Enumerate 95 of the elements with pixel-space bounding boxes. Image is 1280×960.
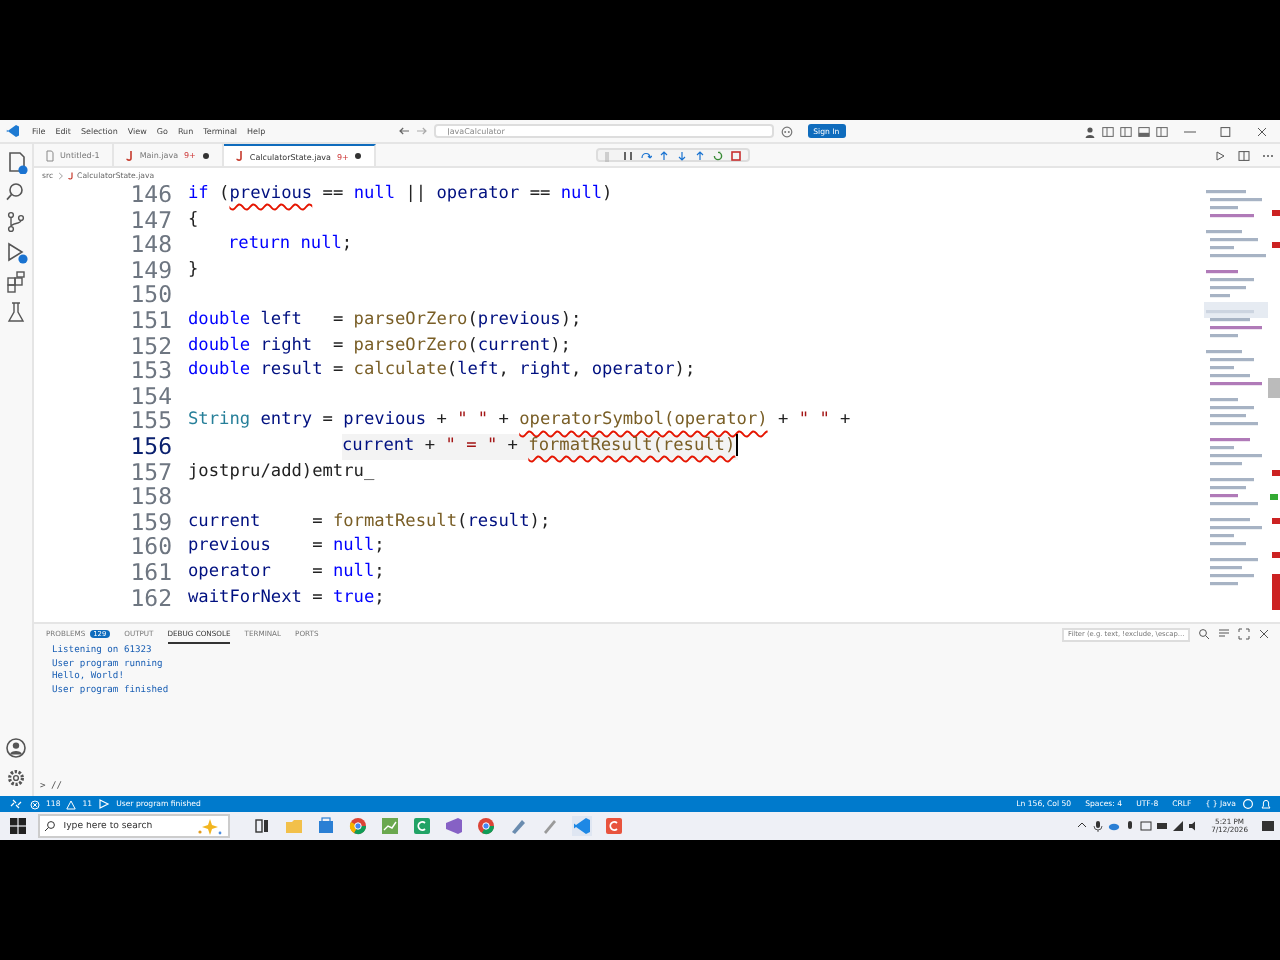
- close-icon[interactable]: [1258, 628, 1270, 640]
- maximize-panel-icon[interactable]: [1238, 628, 1250, 640]
- line-number: 162: [128, 585, 172, 611]
- code-line: jostpru/add)emtru_: [188, 459, 375, 485]
- search-icon[interactable]: [4, 180, 28, 204]
- run-icon[interactable]: [1214, 149, 1226, 161]
- task-view-icon[interactable]: [252, 816, 272, 836]
- windows-start-icon[interactable]: [8, 816, 28, 836]
- line-number: 149: [128, 257, 172, 283]
- code-line: waitForNext = true;: [188, 585, 385, 611]
- step-into-icon[interactable]: [658, 149, 671, 161]
- chart-app-icon[interactable]: [380, 816, 400, 836]
- account-icon[interactable]: [4, 736, 28, 760]
- tool-icon[interactable]: [508, 816, 528, 836]
- search-icon: [44, 820, 56, 832]
- cloud-icon[interactable]: [1107, 820, 1120, 832]
- step-over-icon[interactable]: [640, 149, 653, 161]
- line-number: 150: [128, 282, 172, 308]
- code-line: operator = null;: [188, 559, 385, 585]
- notification-center-icon[interactable]: [1260, 818, 1276, 834]
- code-line: previous = null;: [188, 534, 385, 560]
- line-number: 158: [128, 484, 172, 510]
- browser-icon[interactable]: [476, 816, 496, 836]
- notifications-icon[interactable]: [1260, 798, 1272, 810]
- display-icon[interactable]: [1139, 820, 1152, 832]
- vscode-icon[interactable]: [572, 816, 592, 836]
- code-line: double left = parseOrZero(previous);: [188, 307, 582, 334]
- line-number: 161: [128, 559, 172, 585]
- stop-icon[interactable]: [730, 149, 743, 161]
- microphone-icon[interactable]: [1091, 820, 1104, 832]
- error-icon: [30, 799, 40, 809]
- code-line: current + " = " + formatResult(result): [342, 433, 738, 460]
- app-icon[interactable]: [604, 816, 624, 836]
- code-line: String entry = previous + " " + operatorSymbol(operator) + " " +: [188, 408, 851, 434]
- line-number: 148: [128, 232, 172, 258]
- warning-icon: [66, 799, 77, 809]
- code-line: double right = parseOrZero(current);: [188, 333, 571, 359]
- modified-dot-icon: [354, 152, 363, 160]
- line-number: 147: [128, 207, 172, 233]
- modified-dot-icon: [201, 151, 210, 159]
- line-number: 156: [128, 433, 172, 460]
- browser-icon[interactable]: [348, 816, 368, 836]
- code-line: if (previous == null || operator == null): [188, 182, 613, 208]
- run-debug-icon[interactable]: [4, 240, 28, 264]
- line-number: 157: [128, 459, 172, 485]
- search-icon[interactable]: [1198, 628, 1210, 640]
- testing-icon[interactable]: [4, 300, 28, 324]
- java-file-icon: [125, 149, 134, 161]
- line-number: 159: [128, 509, 172, 535]
- java-file-icon: [67, 171, 74, 179]
- layout-bottom-icon[interactable]: [1138, 125, 1150, 137]
- store-icon[interactable]: [316, 816, 336, 836]
- remote-icon[interactable]: [8, 796, 24, 812]
- chevron-right-icon: [57, 171, 64, 179]
- wifi-icon[interactable]: [1171, 820, 1184, 832]
- file-icon: [46, 149, 54, 161]
- split-editor-icon[interactable]: [1238, 149, 1250, 161]
- extensions-icon[interactable]: [4, 270, 28, 294]
- clear-console-icon[interactable]: [1218, 628, 1230, 640]
- code-line: current = formatResult(result);: [188, 509, 551, 535]
- step-down-icon[interactable]: [676, 149, 689, 161]
- code-line: return null;: [228, 232, 353, 258]
- debug-icon[interactable]: [98, 798, 111, 810]
- pen-icon[interactable]: [540, 816, 560, 836]
- java-file-icon: [235, 150, 244, 162]
- code-line: {: [188, 207, 199, 233]
- line-number: 146: [128, 182, 172, 208]
- visual-studio-icon[interactable]: [444, 816, 464, 836]
- pause-icon[interactable]: [622, 149, 635, 161]
- code-line: }: [188, 257, 199, 283]
- line-number: 160: [128, 534, 172, 560]
- restart-icon[interactable]: [712, 149, 725, 161]
- line-number: 151: [128, 307, 172, 334]
- copilot-icon[interactable]: [779, 125, 794, 137]
- step-out-icon[interactable]: [694, 149, 707, 161]
- line-number: 152: [128, 333, 172, 359]
- back-arrow-icon[interactable]: [397, 126, 410, 136]
- layout-panel-icon[interactable]: [1120, 125, 1132, 137]
- text-cursor: [735, 434, 738, 457]
- line-number: 155: [128, 408, 172, 434]
- layout-sidebar-icon[interactable]: [1102, 125, 1114, 137]
- vscode-logo-icon: [6, 124, 20, 138]
- source-control-icon[interactable]: [4, 210, 28, 234]
- sparkle-icon: [196, 817, 224, 835]
- settings-icon[interactable]: [4, 766, 28, 790]
- accounts-icon[interactable]: [1084, 125, 1096, 137]
- keyboard-icon[interactable]: [1155, 820, 1168, 832]
- line-number: 154: [128, 383, 172, 409]
- speaker-icon[interactable]: [1187, 820, 1200, 832]
- layout-secondary-icon[interactable]: [1156, 125, 1168, 137]
- chevron-up-icon[interactable]: [1075, 820, 1088, 832]
- app-icon[interactable]: [412, 816, 432, 836]
- line-number: 153: [128, 358, 172, 384]
- explorer-icon[interactable]: [4, 150, 28, 174]
- code-line: double result = calculate(left, right, operator);: [188, 358, 696, 384]
